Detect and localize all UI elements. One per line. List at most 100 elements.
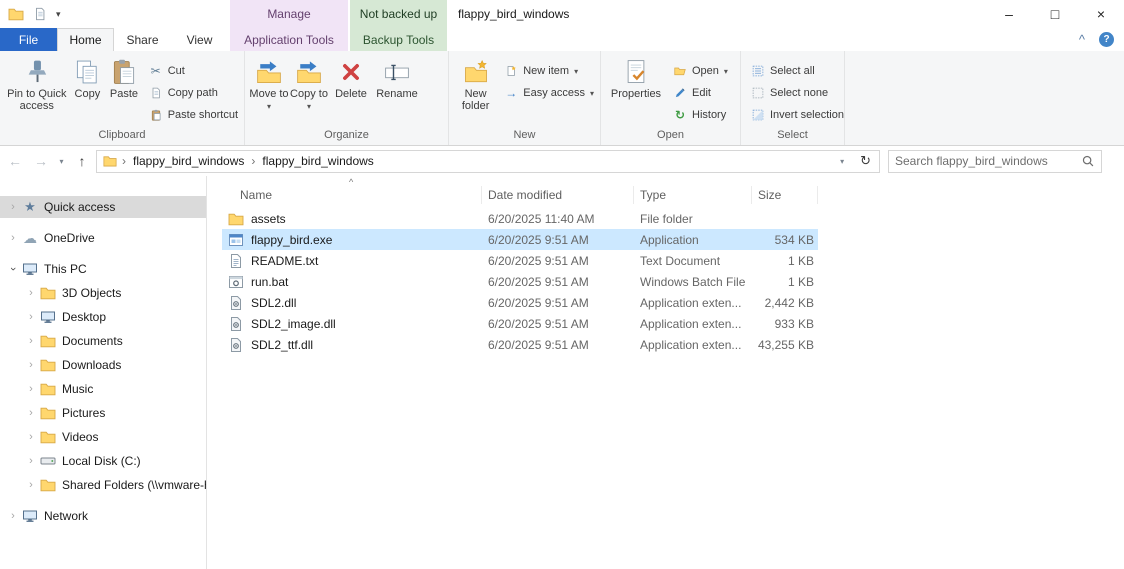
select-all-button[interactable]: Select all [751,63,844,79]
rename-button[interactable]: Rename [373,54,421,127]
search-input[interactable] [895,154,1081,168]
paste-button[interactable]: Paste [105,54,142,127]
sidebar-item-downloads[interactable]: › Downloads [0,354,206,376]
sidebar-item-documents[interactable]: › Documents [0,330,206,352]
file-row-readme-txt[interactable]: README.txt 6/20/2025 9:51 AM Text Docume… [222,250,818,271]
chevron-right-icon: › [29,359,33,371]
back-button[interactable]: ← [3,149,27,173]
sidebar-item-label: This PC [44,262,87,276]
maximize-button[interactable]: □ [1032,0,1078,28]
ribbon-spacer [845,51,1124,145]
size-cell: 534 KB [774,232,814,247]
new-folder-button[interactable]: New folder [453,54,498,127]
file-row-run-bat[interactable]: run.bat 6/20/2025 9:51 AM Windows Batch … [222,271,818,292]
cut-button[interactable]: ✂ Cut [149,63,238,79]
sidebar-item-3d-objects[interactable]: › 3D Objects [0,282,206,304]
sidebar-item-this-pc[interactable]: › This PC [0,258,206,280]
file-row-assets[interactable]: assets 6/20/2025 11:40 AM File folder [222,208,818,229]
breadcrumb-item[interactable]: flappy_bird_windows [131,154,246,168]
group-label-select: Select [777,129,808,141]
paste-shortcut-button[interactable]: Paste shortcut [149,107,238,123]
copy-to-icon [294,57,324,87]
edit-pencil-icon [673,86,687,100]
sidebar-item-shared-folders[interactable]: › Shared Folders (\\vmware-ho [0,474,206,496]
chevron-right-icon: › [29,431,33,443]
file-name-cell: SDL2_ttf.dll [222,337,482,353]
column-header-type[interactable]: Type [634,186,752,204]
column-header-name[interactable]: Name [222,186,482,204]
breadcrumb-item[interactable]: flappy_bird_windows [260,154,375,168]
column-header-date-modified[interactable]: Date modified [482,186,634,204]
minimize-button[interactable]: – [986,0,1032,28]
chevron-right-icon: › [29,287,33,299]
file-row-sdl2-dll[interactable]: SDL2.dll 6/20/2025 9:51 AM Application e… [222,292,818,313]
help-icon[interactable]: ? [1099,32,1114,47]
invert-selection-button[interactable]: Invert selection [751,107,844,123]
column-header-size[interactable]: Size [752,186,818,204]
tab-share[interactable]: Share [114,28,171,51]
date-modified-cell: 6/20/2025 9:51 AM [488,295,589,310]
tab-home[interactable]: Home [57,28,114,51]
column-headers: Name Date modified Type Size [222,184,1124,206]
file-row-sdl2-image-dll[interactable]: SDL2_image.dll 6/20/2025 9:51 AM Applica… [222,313,818,334]
pin-to-quick-access-button[interactable]: Pin to Quick access [4,54,70,127]
edit-button[interactable]: Edit [673,85,728,101]
sidebar-item-music[interactable]: › Music [0,378,206,400]
recent-locations-chevron-icon[interactable]: ▾ [55,149,68,173]
contextual-header-manage[interactable]: Manage [230,0,348,28]
dropdown-caret-icon: ▾ [306,102,311,111]
properties-button[interactable]: Properties [605,54,667,127]
close-button[interactable]: × [1078,0,1124,28]
address-dropdown-chevron-icon[interactable]: ▾ [832,157,852,166]
move-to-button[interactable]: Move to ▾ [249,54,289,127]
sidebar-item-onedrive[interactable]: › ☁ OneDrive [0,227,206,249]
select-none-icon [751,86,765,100]
file-list: ^ Name Date modified Type Size assets 6/… [207,176,1124,569]
chevron-right-icon: › [29,479,33,491]
sidebar-item-label: Pictures [62,406,106,420]
tab-view[interactable]: View [171,28,228,51]
tab-application-tools[interactable]: Application Tools [230,28,348,51]
copy-to-button[interactable]: Copy to ▾ [289,54,329,127]
file-row-flappy-bird-exe[interactable]: flappy_bird.exe 6/20/2025 9:51 AM Applic… [222,229,818,250]
file-row-sdl2-ttf-dll[interactable]: SDL2_ttf.dll 6/20/2025 9:51 AM Applicati… [222,334,818,355]
easy-access-button[interactable]: → Easy access ▾ [504,85,594,101]
explorer-folder-icon[interactable] [8,6,24,22]
forward-button[interactable]: → [29,149,53,173]
copy-path-icon [149,86,163,100]
history-label: History [692,109,727,121]
file-explorer-window: ▾ Manage Not backed up flappy_bird_windo… [0,0,1124,569]
sidebar-item-desktop[interactable]: › Desktop [0,306,206,328]
refresh-icon[interactable]: ↻ [852,153,879,169]
new-item-button[interactable]: New item ▾ [504,63,594,79]
folder-icon [228,211,244,227]
sidebar-item-local-disk-c[interactable]: › Local Disk (C:) [0,450,206,472]
address-box[interactable]: › flappy_bird_windows › flappy_bird_wind… [96,149,880,173]
sidebar-item-network[interactable]: › Network [0,505,206,527]
select-none-button[interactable]: Select none [751,85,844,101]
qat-properties-icon[interactable] [33,7,47,21]
group-label-organize: Organize [324,129,369,141]
qat-customize-chevron-icon[interactable]: ▾ [56,9,61,20]
open-button[interactable]: Open ▾ [673,63,728,79]
sidebar-item-quick-access[interactable]: › ★ Quick access [0,196,206,218]
sidebar-item-label: Music [62,382,94,396]
edit-label: Edit [692,87,711,99]
copy-button[interactable]: Copy [70,54,106,127]
up-button[interactable]: ↑ [70,149,94,173]
tab-backup-tools[interactable]: Backup Tools [350,28,447,51]
copy-icon [72,57,102,87]
history-button[interactable]: ↻ History [673,107,728,123]
type-cell: Application [640,232,699,247]
ribbon-collapse-icon[interactable]: ^ [1079,33,1085,46]
folder-icon [40,357,56,373]
delete-button[interactable]: Delete [329,54,373,127]
address-bar: ← → ▾ ↑ › flappy_bird_windows › flappy_b… [0,146,1124,176]
tab-file[interactable]: File [0,28,57,51]
copy-path-button[interactable]: Copy path [149,85,238,101]
sidebar-item-videos[interactable]: › Videos [0,426,206,448]
size-cell: 1 KB [787,274,814,289]
onedrive-cloud-icon: ☁ [23,229,37,246]
contextual-header-backup[interactable]: Not backed up [350,0,447,28]
sidebar-item-pictures[interactable]: › Pictures [0,402,206,424]
